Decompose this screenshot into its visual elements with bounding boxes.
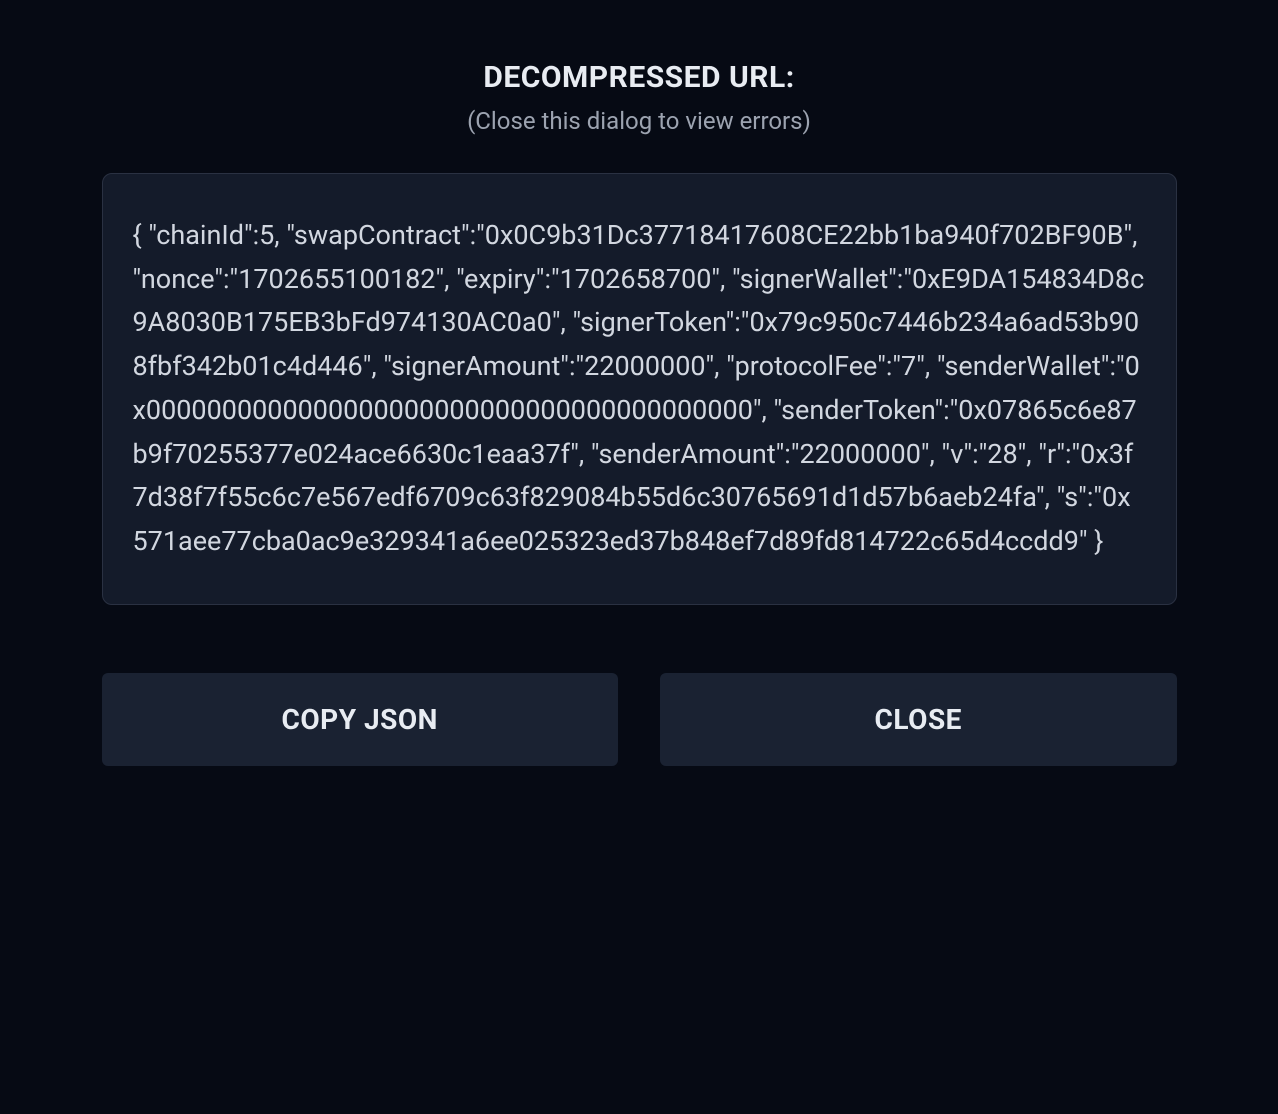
json-content-text: { "chainId":5, "swapContract":"0x0C9b31D… bbox=[133, 214, 1146, 564]
dialog-subtitle: (Close this dialog to view errors) bbox=[467, 107, 811, 135]
dialog-title: DECOMPRESSED URL: bbox=[483, 60, 794, 95]
copy-json-button[interactable]: COPY JSON bbox=[102, 673, 619, 766]
decompressed-url-dialog: DECOMPRESSED URL: (Close this dialog to … bbox=[102, 60, 1177, 766]
json-content-box: { "chainId":5, "swapContract":"0x0C9b31D… bbox=[102, 173, 1177, 605]
close-button[interactable]: CLOSE bbox=[660, 673, 1177, 766]
button-row: COPY JSON CLOSE bbox=[102, 673, 1177, 766]
